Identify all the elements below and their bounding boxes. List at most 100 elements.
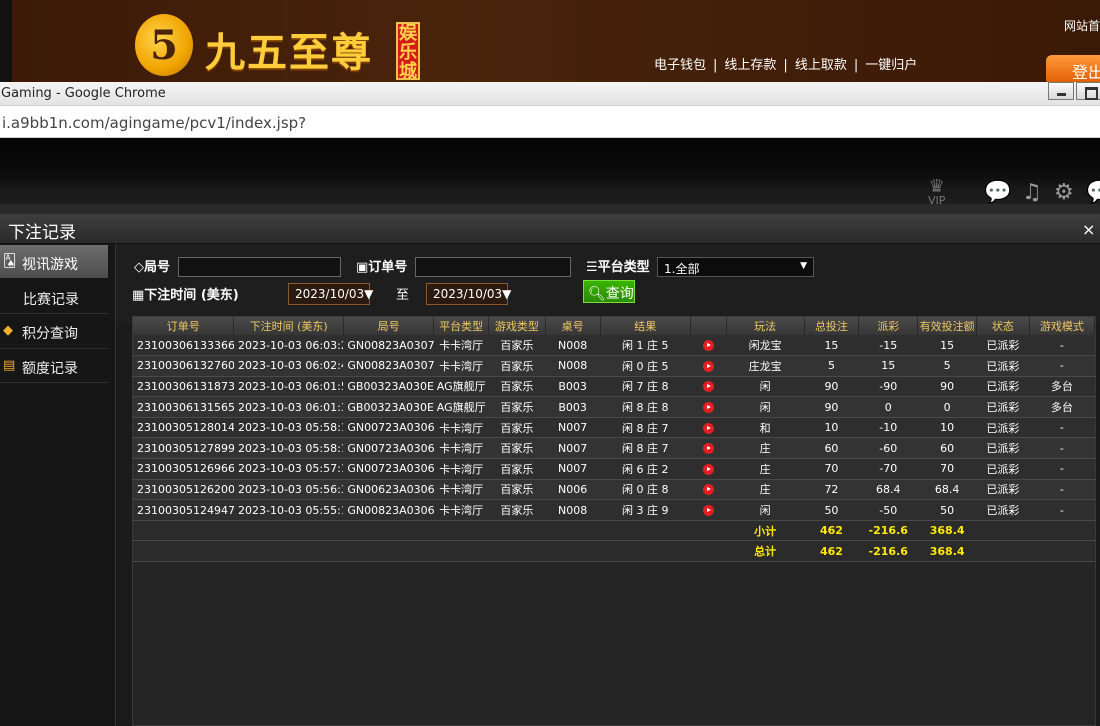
list-icon: ☰ [586, 260, 598, 275]
nav-withdraw[interactable]: 线上取款 [795, 58, 847, 73]
site-name: 九五至尊 [205, 29, 373, 76]
cell-platform: 卡卡湾厅 [433, 499, 489, 521]
logout-button[interactable]: 登出 [1046, 55, 1100, 82]
subtotal-cell [488, 520, 546, 542]
sidebar-item-match-records[interactable]: 比赛记录 [0, 280, 108, 313]
nav-deposit[interactable]: 线上存款 [724, 58, 776, 73]
cell-table: B003 [545, 376, 601, 398]
sidebar-item-live-games[interactable]: 🂡 视讯游戏 [0, 245, 108, 278]
replay-cell [690, 437, 727, 460]
subtotal-cell [133, 520, 234, 542]
cell-result: 闲 0 庄 8 [600, 479, 691, 501]
play-video-icon[interactable] [702, 443, 714, 455]
cell-time: 2023-10-03 06:01:36 [233, 396, 344, 418]
music-icon[interactable]: ♫ [1022, 180, 1042, 205]
cell-result: 闲 8 庄 7 [600, 417, 691, 439]
gear-icon[interactable]: ⚙ [1054, 180, 1074, 205]
cell-payout: 68.4 [858, 479, 918, 501]
bet-time-label: ▦下注时间 (美东) [132, 288, 239, 303]
cell-game: 百家乐 [488, 355, 546, 377]
crown-icon: ♛ [928, 176, 945, 197]
table-row[interactable]: 231003051249472 2023-10-03 05:55:19 GN0082… [133, 499, 1095, 521]
cell-status: 已派彩 [976, 479, 1030, 501]
cell-bet: 90 [804, 396, 859, 418]
total-cell [233, 540, 344, 563]
date-to-picker[interactable]: 2023/10/03▼ [426, 283, 511, 305]
address-bar[interactable]: i.a9bb1n.com/agingame/pcv1/index.jsp? [0, 106, 1100, 138]
nav-consolidate[interactable]: 一键归户 [865, 58, 917, 73]
cell-time: 2023-10-03 05:56:33 [233, 479, 344, 501]
close-icon[interactable]: × [1082, 220, 1095, 239]
table-row[interactable]: 231003051280148 2023-10-03 05:58:15 GN0072… [133, 417, 1095, 439]
table-row[interactable]: 231003061327602 2023-10-03 06:02:47 GN0082… [133, 355, 1095, 377]
cell-round: GN00823A0306T [343, 499, 434, 521]
play-video-icon[interactable] [702, 340, 714, 352]
cell-order: 231003051269660 [133, 458, 234, 480]
play-video-icon[interactable] [702, 422, 714, 434]
sidebar-item-quota[interactable]: ▤ 额度记录 [0, 349, 108, 382]
play-video-icon[interactable] [702, 381, 714, 393]
cell-platform: AG旗舰厅 [433, 376, 489, 398]
vip-icon[interactable]: ♛ VIP [928, 176, 945, 208]
subtotal-row: 小计 462 -216.6 368.4 [133, 520, 1095, 542]
total-cell [1029, 540, 1095, 563]
site-logo[interactable]: 5 [135, 14, 193, 76]
play-video-icon[interactable] [702, 360, 714, 372]
cell-bet: 70 [804, 458, 859, 480]
order-input[interactable] [415, 257, 571, 277]
subtotal-cell [545, 520, 601, 542]
sidebar-item-label: 视讯游戏 [22, 257, 78, 273]
play-video-icon[interactable] [702, 463, 714, 475]
table-row[interactable]: 231003051262008 2023-10-03 05:56:33 GN0062… [133, 479, 1095, 501]
nav-home-link[interactable]: 网站首 [1064, 17, 1100, 34]
replay-cell [690, 417, 727, 439]
play-video-icon[interactable] [702, 484, 714, 496]
chat-icon[interactable]: 💬 [984, 180, 1011, 205]
round-input[interactable] [178, 257, 341, 277]
play-video-icon[interactable] [702, 505, 714, 517]
table-row[interactable]: 231003061318734 2023-10-03 06:01:57 GB0032… [133, 376, 1095, 398]
play-video-icon[interactable] [702, 402, 714, 414]
column-header: 平台类型 [433, 317, 490, 335]
sidebar-item-label: 积分查询 [22, 326, 78, 342]
cell-play: 闲龙宝 [726, 335, 805, 357]
cell-mode: 多台 [1029, 396, 1095, 418]
cell-order: 231003051278998 [133, 437, 234, 460]
maximize-button[interactable] [1076, 82, 1100, 100]
site-tag: 娱乐城 [396, 22, 420, 81]
table-row[interactable]: 231003051278998 2023-10-03 05:58:12 GN0072… [133, 437, 1095, 460]
cell-payout: -60 [858, 437, 918, 460]
nav-wallet[interactable]: 电子钱包 [654, 58, 706, 73]
table-row[interactable]: 231003051269660 2023-10-03 05:57:19 GN0072… [133, 458, 1095, 480]
total-payout: -216.6 [858, 540, 918, 563]
table-row[interactable]: 231003061333662 2023-10-03 06:03:21 GN0082… [133, 335, 1095, 357]
table-row[interactable]: 231003061315656 2023-10-03 06:01:36 GB0032… [133, 396, 1095, 418]
cell-payout: -15 [858, 335, 918, 357]
cell-platform: 卡卡湾厅 [433, 335, 489, 357]
cell-bet: 72 [804, 479, 859, 501]
sidebar-item-points[interactable]: ◆ 积分查询 [0, 314, 108, 347]
cell-play: 闲 [726, 376, 805, 398]
cell-game: 百家乐 [488, 335, 546, 357]
cell-round: GB00323A030ED [343, 376, 434, 398]
minimize-button[interactable] [1048, 82, 1074, 100]
total-label: 总计 [726, 540, 805, 563]
cell-result: 闲 3 庄 9 [600, 499, 691, 521]
records-sidebar: 🂡 视讯游戏 比赛记录 ◆ 积分查询 ▤ 额度记录 [0, 244, 116, 726]
cell-valid: 15 [917, 335, 977, 357]
round-label: ◇局号 [134, 260, 171, 275]
cell-play: 和 [726, 417, 805, 439]
cell-payout: -50 [858, 499, 918, 521]
cell-table: N008 [545, 499, 601, 521]
cell-play: 闲 [726, 396, 805, 418]
query-button[interactable]: 🔍︎查询 [583, 280, 635, 303]
nav-separator: | [713, 58, 718, 73]
platform-select[interactable]: 1.全部 ▼ [657, 257, 814, 277]
cell-order: 231003061327602 [133, 355, 234, 377]
column-header: 状态 [976, 317, 1030, 335]
chat-icon[interactable]: 💬 [1086, 180, 1100, 205]
nav-separator: | [853, 58, 859, 73]
cell-round: GN00823A03073 [343, 335, 434, 357]
date-from-picker[interactable]: 2023/10/03▼ [288, 283, 373, 305]
cell-payout: 0 [858, 396, 918, 418]
